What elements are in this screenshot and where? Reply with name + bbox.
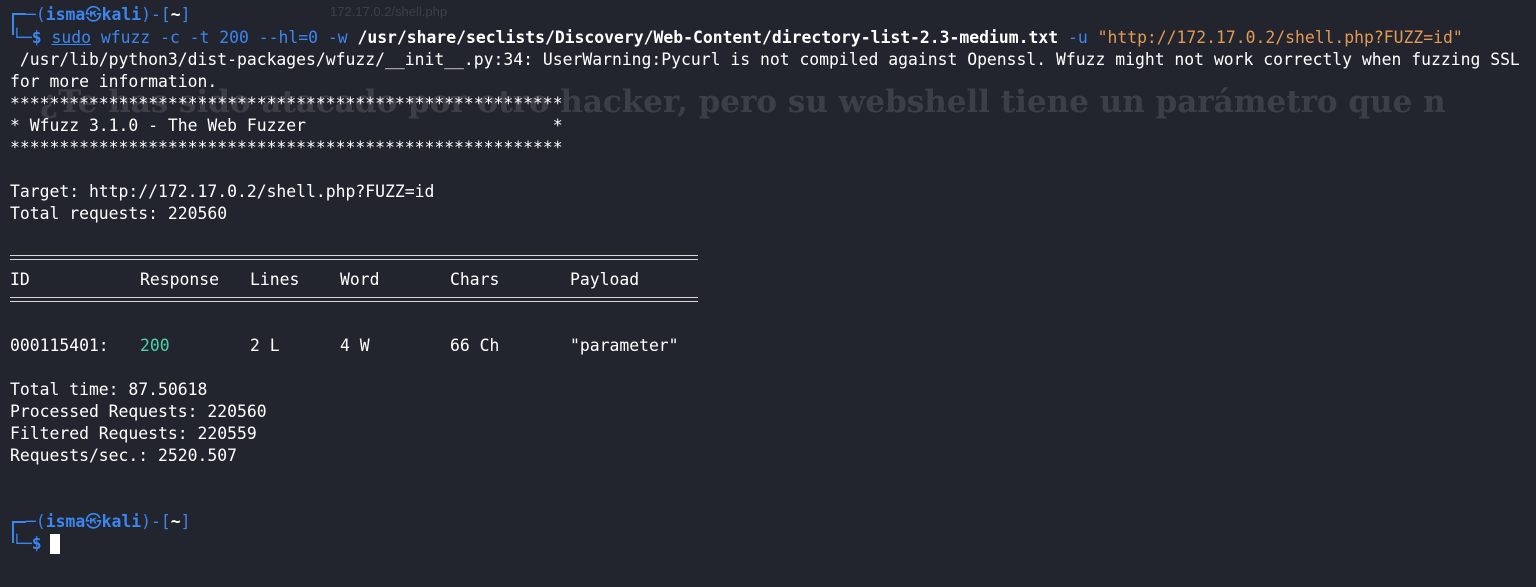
rate-line: Requests/sec.: 2520.507 — [10, 446, 237, 465]
total-time-line: Total time: 87.50618 — [10, 380, 208, 399]
filtered-line: Filtered Requests: 220559 — [10, 424, 257, 443]
prompt2-dir: ~ — [170, 512, 181, 531]
row-lines: 2 L — [250, 336, 280, 355]
command-args: -c -t 200 --hl=0 -w — [160, 28, 348, 47]
header-response: Response — [140, 270, 219, 289]
header-lines: Lines — [250, 270, 300, 289]
prompt-header: ─(isma㉿kali)-[~] — [26, 5, 191, 24]
prompt-host: kali — [101, 5, 142, 24]
row-id: 000115401: — [10, 336, 109, 355]
prompt2-input-line[interactable]: └─$ — [12, 533, 42, 555]
warning-line-2: for more information. — [10, 72, 218, 91]
prompt2-user: isma — [45, 512, 86, 531]
prompt2-header: ─(isma㉿kali)-[~] — [26, 512, 191, 531]
command-name: wfuzz — [100, 28, 151, 47]
command-url: "http://172.17.0.2/shell.php?FUZZ=id" — [1097, 28, 1463, 47]
terminal-cursor[interactable] — [50, 534, 60, 554]
table-divider-top — [10, 255, 698, 260]
header-word: Word — [340, 270, 380, 289]
warning-line-1: /usr/lib/python3/dist-packages/wfuzz/__i… — [10, 50, 1520, 69]
table-divider-bottom — [10, 297, 698, 302]
row-word: 4 W — [340, 336, 370, 355]
row-chars: 66 Ch — [450, 336, 500, 355]
banner-title: * Wfuzz 3.1.0 - The Web Fuzzer * — [10, 116, 563, 135]
command-line[interactable]: └─$ sudo wfuzz -c -t 200 --hl=0 -w /usr/… — [12, 27, 1463, 49]
row-response: 200 — [140, 336, 170, 355]
target-line: Target: http://172.17.0.2/shell.php?FUZZ… — [10, 182, 435, 201]
header-payload: Payload — [570, 270, 640, 289]
banner-stars-bottom: ****************************************… — [10, 138, 563, 157]
command-wordlist: /usr/share/seclists/Discovery/Web-Conten… — [357, 28, 1059, 47]
row-payload: "parameter" — [570, 336, 679, 355]
header-id: ID — [10, 270, 30, 289]
background-url-text: 172.17.0.2/shell.php — [330, 4, 448, 19]
command-url-flag: -u — [1067, 28, 1088, 47]
banner-stars-top: ****************************************… — [10, 94, 563, 113]
processed-line: Processed Requests: 220560 — [10, 402, 267, 421]
terminal-window[interactable]: 172.17.0.2/shell.php ¿Te has sido atacad… — [0, 0, 1536, 587]
prompt-dir: ~ — [170, 5, 181, 24]
header-chars: Chars — [450, 270, 500, 289]
command-sudo: sudo — [51, 28, 91, 47]
prompt2-host: kali — [101, 512, 142, 531]
prompt-user: isma — [45, 5, 86, 24]
total-requests-line: Total requests: 220560 — [10, 204, 228, 223]
